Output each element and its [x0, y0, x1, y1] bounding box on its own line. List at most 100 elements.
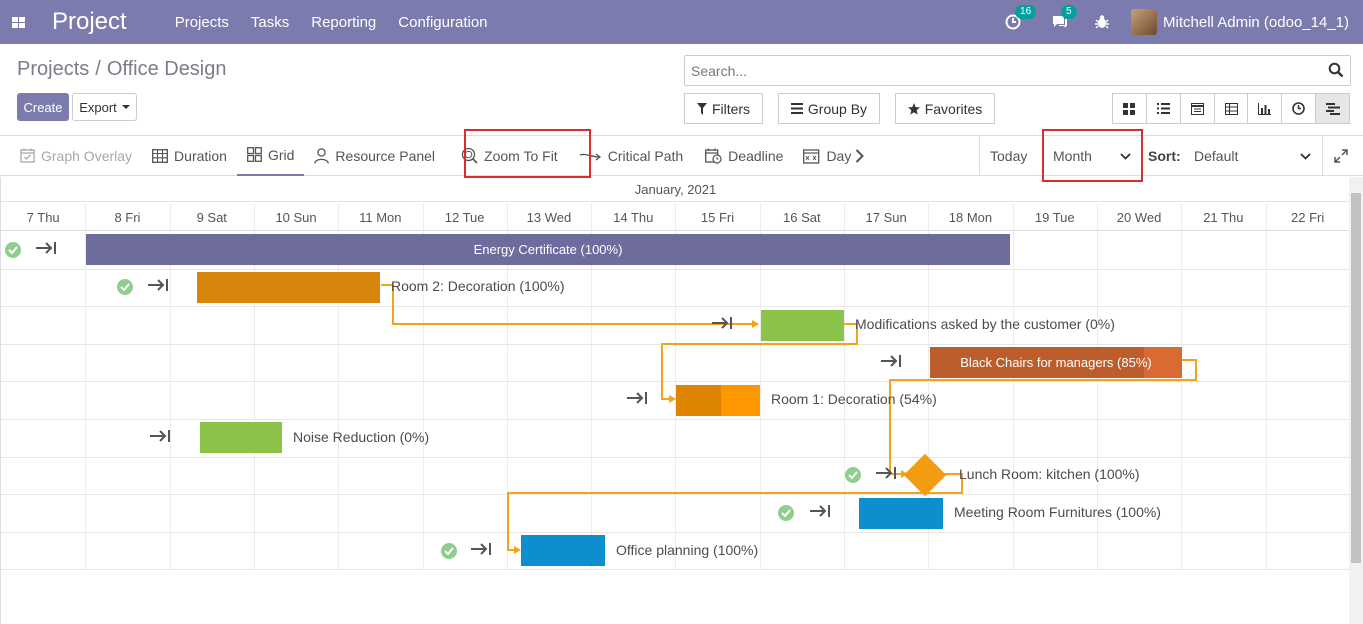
scroll-to-task-icon[interactable]: [36, 240, 58, 260]
resource-panel-button[interactable]: Resource Panel: [304, 136, 445, 176]
favorites-button[interactable]: Favorites: [895, 93, 995, 124]
breadcrumb-separator: /: [95, 58, 101, 80]
menu-configuration[interactable]: Configuration: [398, 14, 487, 31]
task-label: Noise Reduction (0%): [293, 428, 430, 445]
deadline-button[interactable]: Deadline: [695, 136, 793, 176]
view-graph-button[interactable]: [1248, 94, 1283, 123]
scroll-to-task-icon[interactable]: [471, 541, 493, 561]
duration-button[interactable]: Duration: [142, 136, 237, 176]
critical-path-label: Critical Path: [607, 147, 684, 164]
breadcrumb: Projects / Office Design: [17, 58, 227, 81]
chevron-down-icon: [1300, 152, 1311, 160]
today-button[interactable]: Today: [990, 136, 1027, 176]
dependency-arrowhead: [514, 546, 521, 554]
task-label: Office planning (100%): [616, 541, 759, 558]
calendar-x-icon: [803, 148, 820, 164]
view-gantt-button[interactable]: [1316, 94, 1350, 123]
gantt-grid: January, 2021 7 Thu 8 Fri 9 Sat 10 Sun 11 Mo…: [0, 177, 1350, 624]
view-list-button[interactable]: [1147, 94, 1181, 123]
task-done-check-icon: [778, 505, 794, 521]
task-bar[interactable]: [197, 271, 380, 303]
scroll-to-task-icon[interactable]: [627, 390, 649, 410]
apps-menu-icon[interactable]: [0, 0, 36, 44]
day-button[interactable]: Day: [793, 136, 853, 176]
scroll-to-task-icon[interactable]: [881, 353, 903, 373]
group-by-label: Group By: [807, 100, 868, 117]
scroll-to-task-icon[interactable]: [876, 465, 898, 485]
star-icon: [907, 102, 920, 115]
graph-overlay-button[interactable]: Graph Overlay: [10, 136, 142, 176]
task-label: Black Chairs for managers (85%): [960, 354, 1152, 370]
task-label: Modifications asked by the customer (0%): [855, 316, 1115, 332]
scroll-to-task-icon[interactable]: [810, 503, 832, 523]
debug-menu[interactable]: [1095, 14, 1110, 30]
message-count-badge: 5: [1061, 5, 1077, 19]
create-button[interactable]: Create: [17, 93, 69, 121]
resource-panel-label: Resource Panel: [335, 147, 436, 164]
task-label: Room 2: Decoration (100%): [391, 278, 565, 295]
scroll-to-task-icon[interactable]: [150, 428, 172, 448]
menu-tasks[interactable]: Tasks: [251, 14, 289, 31]
dependency-arrowhead: [669, 395, 676, 403]
gantt-icon: [1325, 102, 1340, 115]
view-calendar-button[interactable]: [1181, 94, 1215, 123]
search-input[interactable]: Search...: [684, 55, 1351, 86]
filters-button[interactable]: Filters: [684, 93, 763, 124]
task-bar[interactable]: [676, 384, 760, 416]
user-menu[interactable]: Mitchell Admin (odoo_14_1): [1163, 14, 1349, 31]
search-placeholder: Search...: [691, 62, 748, 79]
grid-label: Grid: [267, 146, 295, 163]
sort-select[interactable]: Default: [1194, 136, 1311, 176]
menu-reporting[interactable]: Reporting: [311, 14, 376, 31]
view-activity-button[interactable]: [1282, 94, 1317, 123]
export-button[interactable]: Export: [72, 93, 137, 121]
activity-menu[interactable]: 16: [1005, 5, 1037, 30]
group-by-button[interactable]: Group By: [778, 93, 880, 124]
vertical-scrollbar[interactable]: [1349, 177, 1363, 624]
task-label: Energy Certificate (100%): [473, 241, 623, 257]
messaging-menu[interactable]: 5: [1051, 5, 1077, 30]
menu-projects[interactable]: Projects: [175, 14, 229, 31]
task-label: Meeting Room Furnitures (100%): [954, 504, 1161, 520]
task-bar[interactable]: [761, 309, 844, 341]
chevron-right-icon: [856, 148, 865, 163]
graph-overlay-label: Graph Overlay: [41, 147, 133, 164]
scroll-to-task-icon[interactable]: [148, 277, 170, 297]
top-navbar: Project Projects Tasks Reporting Configu…: [0, 0, 1363, 44]
breadcrumb-projects[interactable]: Projects: [17, 58, 89, 80]
today-label: Today: [990, 148, 1028, 164]
scrollbar-thumb[interactable]: [1351, 193, 1361, 563]
toolbar-divider: [979, 136, 980, 175]
view-kanban-button[interactable]: [1113, 94, 1147, 123]
breadcrumb-current: Office Design: [106, 58, 227, 80]
caret-down-icon: [121, 105, 130, 109]
task-bar[interactable]: [859, 497, 943, 529]
task-bar[interactable]: [521, 535, 605, 567]
duration-label: Duration: [174, 147, 227, 164]
user-avatar[interactable]: [1131, 9, 1158, 35]
task-bar[interactable]: [200, 422, 282, 454]
task-done-check-icon: [441, 542, 457, 559]
calendar-icon: [1190, 103, 1204, 115]
calendar-clock-icon: [705, 148, 722, 164]
fullscreen-button[interactable]: [1334, 149, 1348, 166]
scroll-to-task-icon[interactable]: [712, 315, 734, 335]
grid-button[interactable]: Grid: [236, 136, 305, 176]
bars-icon: [790, 103, 803, 114]
search-icon[interactable]: [1328, 62, 1344, 78]
deadline-label: Deadline: [728, 147, 784, 164]
view-switcher: [1112, 93, 1350, 124]
favorites-label: Favorites: [924, 100, 983, 117]
app-brand[interactable]: Project: [52, 8, 127, 36]
view-pivot-button[interactable]: [1215, 94, 1249, 123]
task-progress-fill: [676, 384, 722, 416]
zoom-to-fit-highlight: [464, 129, 591, 178]
pivot-icon: [1224, 102, 1238, 115]
toolbar-divider: [1322, 136, 1323, 175]
bug-icon: [1095, 15, 1110, 29]
task-label: Room 1: Decoration (54%): [771, 391, 937, 408]
day-label: Day: [826, 147, 852, 164]
scale-select-highlight: [1042, 129, 1143, 182]
clock-icon: [1292, 102, 1306, 115]
toolbar-next-button[interactable]: [853, 136, 874, 176]
